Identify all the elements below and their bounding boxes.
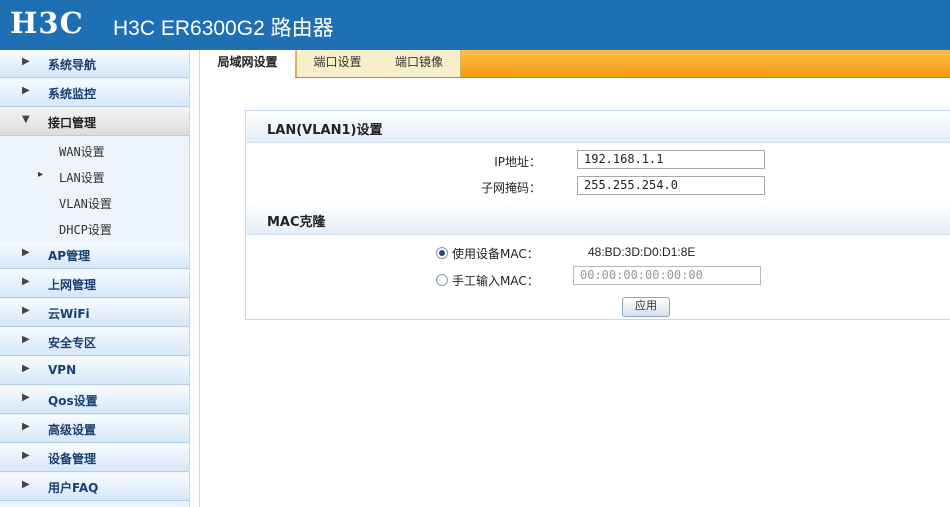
sidebar-item-internet-mgmt[interactable]: ▶ 上网管理 [0,270,189,298]
use-device-mac-radio[interactable] [436,247,448,259]
expand-arrow-icon: ▶ [22,305,30,316]
sidebar-item-ap-mgmt[interactable]: ▶ AP管理 [0,241,189,269]
content-divider [199,50,200,507]
sidebar-item-label: 系统监控 [48,87,97,101]
manual-mac-label: 手工输入MAC： [452,274,539,288]
tab-lan-settings[interactable]: 局域网设置 [200,50,295,78]
sidebar-item-system-monitor[interactable]: ▶ 系统监控 [0,79,189,107]
sidebar-item-label: AP管理 [48,249,91,263]
sidebar-subitem-vlan[interactable]: VLAN设置 [0,189,189,215]
page-title: H3C ER6300G2 路由器 [113,17,334,40]
expand-arrow-icon: ▶ [22,421,30,432]
apply-button[interactable]: 应用 [622,297,670,317]
ip-address-input[interactable]: 192.168.1.1 [577,150,765,169]
expand-arrow-icon: ▶ [22,479,30,490]
sidebar-item-vpn[interactable]: ▶ VPN [0,357,189,385]
expand-arrow-icon: ▶ [22,450,30,461]
sidebar-item-label: 用户FAQ [48,481,99,495]
tab-port-mirroring[interactable]: 端口镜像 [378,50,461,77]
sidebar-item-label: Qos设置 [48,394,98,408]
tab-port-settings[interactable]: 端口设置 [296,50,379,77]
manual-mac-input[interactable]: 00:00:00:00:00:00 [573,266,761,285]
subnet-mask-label: 子网掩码： [480,181,541,195]
selected-marker-icon: ▸ [38,169,44,180]
sidebar-item-label: 上网管理 [48,278,97,292]
use-device-mac-label: 使用设备MAC： [452,247,539,261]
sidebar-item-qos[interactable]: ▶ Qos设置 [0,386,189,414]
sidebar-item-security[interactable]: ▶ 安全专区 [0,328,189,356]
expand-arrow-icon: ▶ [22,56,30,67]
sidebar-subitem-wan[interactable]: WAN设置 [0,137,189,163]
lan-section-header: LAN(VLAN1)设置 [246,111,950,143]
sidebar-subitem-label: WAN设置 [59,145,105,159]
manual-mac-radio[interactable] [436,274,448,286]
sidebar-item-system-nav[interactable]: ▶ 系统导航 [0,50,189,78]
sidebar-item-device-mgmt[interactable]: ▶ 设备管理 [0,444,189,472]
settings-panel: LAN(VLAN1)设置 IP地址： 192.168.1.1 子网掩码： 255… [245,110,950,320]
collapse-arrow-icon: ▼ [22,114,30,125]
expand-arrow-icon: ▶ [22,363,30,374]
device-mac-value: 48:BD:3D:D0:D1:8E [588,245,696,259]
sidebar-item-cloud-wifi[interactable]: ▶ 云WiFi [0,299,189,327]
expand-arrow-icon: ▶ [22,85,30,96]
sidebar-subitem-lan[interactable]: ▸ LAN设置 [0,163,189,189]
brand-logo: H3C [10,6,84,40]
sidebar-item-label: VPN [48,363,77,377]
sidebar-item-user-faq[interactable]: ▶ 用户FAQ [0,473,189,501]
expand-arrow-icon: ▶ [22,247,30,258]
sidebar-subitem-label: VLAN设置 [59,197,112,211]
sidebar-item-advanced[interactable]: ▶ 高级设置 [0,415,189,443]
sidebar-item-label: 系统导航 [48,58,97,72]
sidebar-item-label: 设备管理 [48,452,97,466]
sidebar-subitem-dhcp[interactable]: DHCP设置 [0,215,189,241]
expand-arrow-icon: ▶ [22,334,30,345]
expand-arrow-icon: ▶ [22,276,30,287]
sidebar-subitem-label: LAN设置 [59,171,105,185]
header-bar: H3C H3C ER6300G2 路由器 [0,0,950,50]
sidebar-subitem-label: DHCP设置 [59,223,112,237]
sidebar-item-label: 接口管理 [48,116,97,130]
subnet-mask-input[interactable]: 255.255.254.0 [577,176,765,195]
sidebar-item-label: 高级设置 [48,423,97,437]
tab-bar: 局域网设置 端口设置 端口镜像 [200,50,950,78]
lan-section-title: LAN(VLAN1)设置 [267,123,383,138]
sidebar: ▶ 系统导航 ▶ 系统监控 ▼ 接口管理 WAN设置 ▸ LAN设置 VLAN设… [0,50,190,507]
mac-section-header: MAC克隆 [246,203,950,235]
expand-arrow-icon: ▶ [22,392,30,403]
sidebar-item-label: 安全专区 [48,336,97,350]
ip-address-label: IP地址： [494,155,541,169]
mac-section-title: MAC克隆 [267,215,326,230]
sidebar-item-label: 云WiFi [48,307,90,321]
sidebar-item-interface-mgmt[interactable]: ▼ 接口管理 [0,108,189,136]
